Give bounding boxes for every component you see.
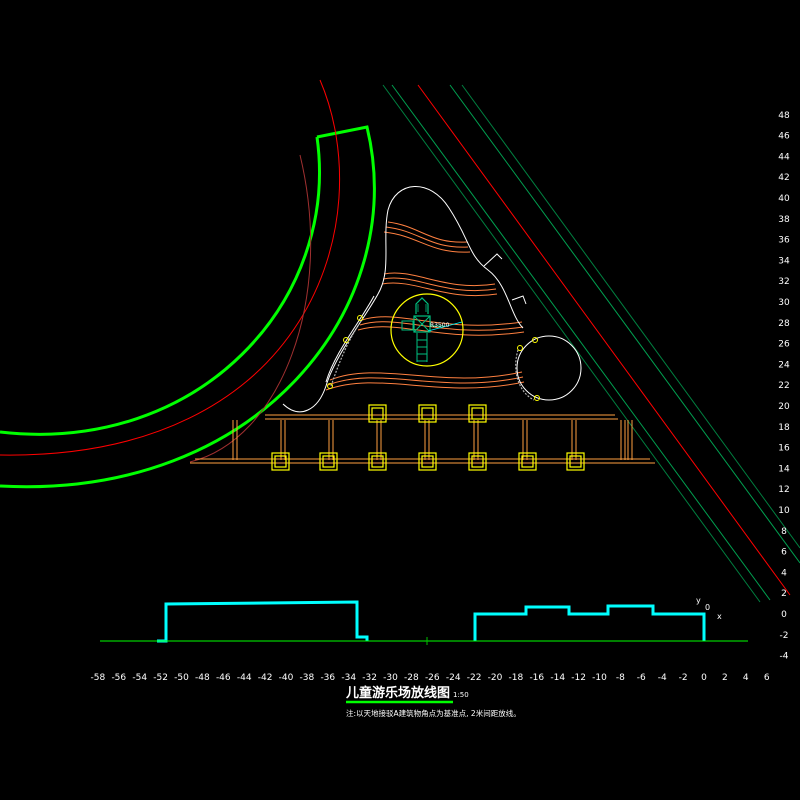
x-tick-label: -8 [616, 673, 625, 683]
y-tick-label: 8 [781, 527, 787, 537]
x-tick-label: -14 [550, 673, 565, 683]
x-tick-label: -6 [637, 673, 646, 683]
x-tick-label: -28 [404, 673, 419, 683]
x-axis-tick-labels: -58 -56 -54 -52 -50 -48 -46 -44 -42 -40 -38 -36 -34-… [91, 673, 770, 683]
y-tick-label: 36 [778, 236, 790, 246]
road-centerline [417, 84, 791, 596]
x-tick-label: -2 [679, 673, 688, 683]
radius-dimension-label: R3500 [430, 322, 450, 329]
y-tick-label: 30 [778, 298, 790, 308]
site-layout-drawing: R3500 y 0 x -58 -56 -54 -52 -50 -48 -46 -44 -42-… [0, 79, 800, 718]
y-tick-label: 20 [778, 402, 790, 412]
x-tick-label: -12 [571, 673, 586, 683]
y-tick-label: 24 [778, 360, 790, 370]
x-tick-label: 2 [722, 673, 728, 683]
x-tick-label: -18 [509, 673, 524, 683]
x-tick-label: -16 [529, 673, 544, 683]
entry-marker [511, 295, 527, 305]
curved-path-boundary-line [189, 154, 312, 463]
y-tick-label: 18 [778, 423, 790, 433]
y-tick-label: 22 [778, 381, 789, 391]
x-tick-label: -48 [195, 673, 210, 683]
building-a-outline [157, 600, 369, 643]
y-tick-label: 6 [781, 548, 787, 558]
x-tick-label: -46 [216, 673, 231, 683]
x-tick-label: -24 [446, 673, 461, 683]
x-tick-label: -4 [658, 673, 667, 683]
y-tick-label: 26 [778, 340, 790, 350]
drawing-title: 儿童游乐场放线图 [345, 685, 450, 701]
buildings [157, 600, 706, 643]
y-tick-label: 4 [781, 568, 787, 578]
x-tick-label: -20 [488, 673, 503, 683]
y-tick-label: 16 [778, 444, 790, 454]
drawing-note: 注:以天地接驳A建筑物角点为基准点, 2米间距放线。 [346, 708, 521, 718]
play-area-boundary [282, 186, 524, 413]
x-tick-label: -58 [91, 673, 106, 683]
wave-bands [325, 221, 525, 391]
x-tick-label: -54 [132, 673, 147, 683]
y-tick-label: 32 [778, 277, 789, 287]
curved-path [0, 79, 376, 489]
y-tick-label: 42 [778, 173, 789, 183]
y-tick-label: 12 [778, 485, 789, 495]
x-tick-label: 0 [701, 673, 707, 683]
stepping-stones [330, 317, 535, 401]
x-tick-label: 6 [764, 673, 770, 683]
x-tick-label: -42 [258, 673, 273, 683]
x-tick-label: -34 [341, 673, 356, 683]
x-tick-label: -38 [300, 673, 315, 683]
y-tick-label: 38 [778, 215, 790, 225]
x-tick-label: 4 [743, 673, 749, 683]
axis-y-label: y [696, 596, 701, 605]
y-tick-label: 28 [778, 319, 790, 329]
diagonal-road [382, 84, 800, 603]
y-tick-label: 46 [778, 132, 790, 142]
building-b-outline [473, 604, 706, 641]
x-tick-label: -22 [467, 673, 482, 683]
x-tick-label: -50 [174, 673, 189, 683]
curved-path-centerline [0, 79, 341, 456]
road-edge-line [391, 84, 771, 601]
axis-x-label: x [717, 612, 722, 621]
pergola-slats [232, 420, 633, 460]
play-circle [516, 335, 582, 401]
equipment-ladder [416, 333, 428, 362]
y-tick-label: -2 [780, 631, 789, 641]
y-tick-label: 48 [778, 111, 790, 121]
drawing-scale: 1:50 [453, 691, 469, 699]
x-tick-label: -26 [425, 673, 440, 683]
x-tick-label: -10 [592, 673, 607, 683]
road-edge-line [461, 84, 800, 549]
y-tick-label: -4 [780, 652, 789, 662]
entry-marker [483, 253, 503, 267]
play-area-outline [282, 186, 582, 413]
curved-path-inner-edge [0, 136, 321, 436]
play-equipment: R3500 [390, 293, 464, 367]
y-tick-label: 40 [778, 194, 790, 204]
x-tick-label: -52 [153, 673, 168, 683]
x-tick-label: -44 [237, 673, 252, 683]
y-tick-label: 10 [778, 506, 790, 516]
x-tick-label: -30 [383, 673, 398, 683]
y-axis-tick-labels: 4846444240383634323028262422201816141210… [778, 111, 790, 662]
x-tick-label: -36 [320, 673, 335, 683]
y-tick-label: 2 [781, 589, 787, 599]
x-tick-label: -56 [111, 673, 126, 683]
y-tick-label: 34 [778, 256, 790, 266]
title-block: 儿童游乐场放线图 1:50 注:以天地接驳A建筑物角点为基准点, 2米间距放线。 [345, 685, 521, 718]
road-edge-line [382, 84, 761, 603]
y-tick-label: 14 [778, 464, 790, 474]
origin-marker: y 0 x [696, 596, 722, 621]
axis-origin-label: 0 [705, 603, 710, 612]
x-tick-label: -32 [362, 673, 377, 683]
y-tick-label: 0 [781, 610, 787, 620]
y-tick-label: 44 [778, 152, 790, 162]
x-tick-label: -40 [279, 673, 294, 683]
